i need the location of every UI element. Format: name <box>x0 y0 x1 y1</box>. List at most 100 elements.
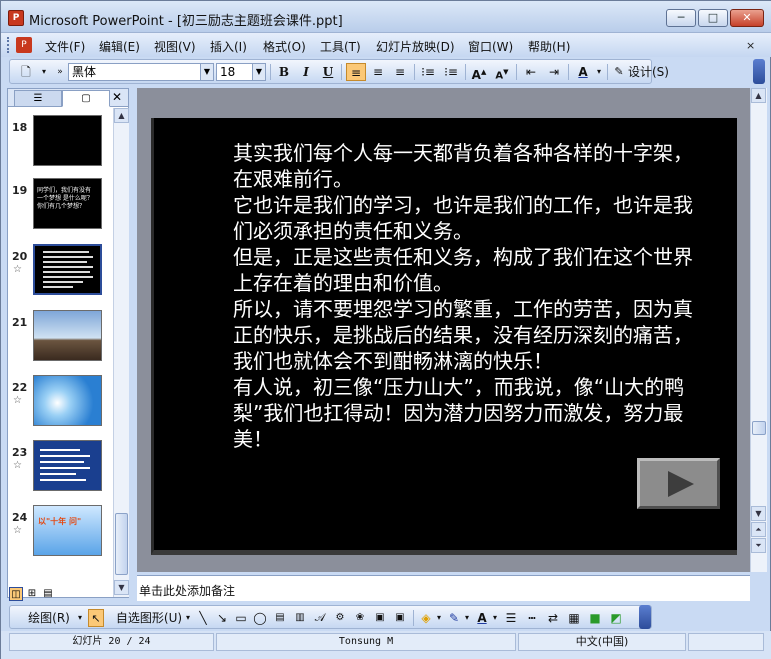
rectangle-icon[interactable]: ▭ <box>233 609 249 627</box>
slide-paragraph: 所以，请不要埋怨学习的繁重，工作的劳苦，因为真正的快乐，是挑战后的结果，没有经历… <box>233 297 693 373</box>
align-right-button[interactable]: ≡ <box>390 63 410 81</box>
slide-body-text[interactable]: 其实我们每个人每一天都背负着各种各样的十字架，在艰难前行。 它也许是我们的学习，… <box>233 140 698 452</box>
close-button[interactable]: ✕ <box>730 9 764 27</box>
fill-color-chevron-icon[interactable]: ▾ <box>435 609 443 627</box>
new-document-icon[interactable]: 🗋 <box>18 63 34 81</box>
title-bar: P Microsoft PowerPoint - [初三励志主题班会课件.ppt… <box>1 1 771 33</box>
slide-thumbnail-image[interactable]: 以"十年 问" <box>33 505 102 556</box>
chevron-down-icon[interactable]: ▼ <box>200 64 213 80</box>
slide-thumbnail-image[interactable] <box>33 440 102 491</box>
diagram-icon[interactable]: ⚙ <box>332 609 348 627</box>
decrease-indent-icon[interactable]: ⇤ <box>521 63 541 81</box>
align-left-button[interactable]: ≡ <box>346 63 366 81</box>
slide-scroll-thumb[interactable] <box>752 421 766 435</box>
picture-icon[interactable]: ▣ <box>392 609 408 627</box>
line-icon[interactable]: ╲ <box>195 609 211 627</box>
document-icon[interactable]: P <box>16 37 32 53</box>
design-icon[interactable]: ✎ <box>612 63 626 81</box>
draw-chevron-icon[interactable]: ▾ <box>76 609 84 627</box>
chevron-down-icon[interactable]: ▼ <box>252 64 265 80</box>
slideshow-view-icon[interactable]: ▤ <box>41 587 55 601</box>
3d-style-alt-icon[interactable]: ◩ <box>607 609 625 627</box>
maximize-button[interactable]: □ <box>698 9 728 27</box>
document-close-button[interactable]: × <box>746 39 755 52</box>
tab-slides[interactable]: ▢ <box>62 90 110 107</box>
toolbar-options-button[interactable] <box>753 59 765 84</box>
tab-outline[interactable]: ☰ <box>14 90 62 107</box>
vertical-textbox-icon[interactable]: ▥ <box>292 609 308 627</box>
action-button-play[interactable] <box>637 458 720 509</box>
panel-scroll-thumb[interactable] <box>115 513 128 575</box>
menu-format[interactable]: 格式(O) <box>263 38 306 55</box>
menu-tools[interactable]: 工具(T) <box>320 38 361 55</box>
font-name-select[interactable]: 黑体 ▼ <box>68 63 214 81</box>
drawing-toolbar-options-button[interactable] <box>639 605 651 629</box>
design-button[interactable]: 设计(S) <box>628 63 674 81</box>
bold-button[interactable]: B <box>275 63 293 81</box>
textbox-icon[interactable]: ▤ <box>272 609 288 627</box>
menu-edit[interactable]: 编辑(E) <box>99 38 140 55</box>
italic-button[interactable]: I <box>297 63 315 81</box>
draw-menu-button[interactable]: 绘图(R) <box>18 609 80 627</box>
slide-thumbnail-image[interactable] <box>33 115 102 166</box>
select-arrow-icon[interactable]: ↖ <box>88 609 104 627</box>
menu-slideshow[interactable]: 幻灯片放映(D) <box>376 38 455 55</box>
minimize-button[interactable]: ─ <box>666 9 696 27</box>
slide-thumbnail-image[interactable] <box>33 244 102 295</box>
menu-file[interactable]: 文件(F) <box>45 38 85 55</box>
increase-font-size-icon[interactable]: A▲ <box>469 63 489 82</box>
dash-style-icon[interactable]: ┅ <box>523 609 541 627</box>
text-lines-graphic <box>43 251 93 288</box>
scroll-up-icon[interactable]: ▲ <box>751 88 766 103</box>
text-lines-graphic <box>40 449 90 481</box>
scroll-down-icon[interactable]: ▼ <box>751 506 766 521</box>
shadow-style-icon[interactable]: ▦ <box>565 609 583 627</box>
notes-placeholder[interactable]: 单击此处添加备注 <box>139 582 235 599</box>
autoshapes-chevron-icon[interactable]: ▾ <box>184 609 192 627</box>
arrow-style-icon[interactable]: ⇄ <box>544 609 562 627</box>
clipart-icon[interactable]: ❀ <box>352 609 368 627</box>
panel-close-icon[interactable]: ✕ <box>112 90 122 104</box>
toolbar-separator <box>607 64 608 80</box>
font-color-icon[interactable]: A <box>573 63 593 81</box>
menu-insert[interactable]: 插入(I) <box>210 38 247 55</box>
numbering-icon[interactable]: ⁝≡ <box>418 63 438 81</box>
bullets-icon[interactable]: ⁝≡ <box>441 63 461 81</box>
menu-help[interactable]: 帮助(H) <box>528 38 570 55</box>
next-slide-icon[interactable]: ⏷ <box>751 538 766 553</box>
slide-sorter-view-icon[interactable]: ⊞ <box>25 587 39 601</box>
scroll-up-icon[interactable]: ▲ <box>114 108 129 123</box>
oval-icon[interactable]: ◯ <box>252 609 268 627</box>
menu-window[interactable]: 窗口(W) <box>468 38 513 55</box>
normal-view-icon[interactable]: ◫ <box>9 587 23 601</box>
notes-pane[interactable]: 单击此处添加备注 <box>137 575 750 601</box>
decrease-font-size-icon[interactable]: A▼ <box>492 63 512 81</box>
3d-style-icon[interactable]: ■ <box>586 609 604 627</box>
font-color-chevron-icon[interactable]: ▾ <box>594 63 604 81</box>
current-slide[interactable]: 其实我们每个人每一天都背负着各种各样的十字架，在艰难前行。 它也许是我们的学习，… <box>151 118 737 555</box>
slide-thumbnail-image[interactable] <box>33 375 102 426</box>
new-dropdown-chevron-icon[interactable]: ▾ <box>38 63 50 81</box>
increase-indent-icon[interactable]: ⇥ <box>544 63 564 81</box>
picture-icon[interactable]: ▣ <box>372 609 388 627</box>
arrow-icon[interactable]: ↘ <box>214 609 230 627</box>
autoshapes-menu-button[interactable]: 自选图形(U) <box>109 609 189 627</box>
slide-thumbnail-image[interactable]: 同学们，我们有没有 一个梦想 是什么呢？ 你们有几个梦想？ <box>33 178 102 229</box>
font-color-icon[interactable]: A <box>474 609 490 627</box>
wordart-icon[interactable]: 𝒜 <box>312 609 328 627</box>
slide-scrollbar[interactable]: ▲ ▼ ⏶ ⏷ <box>750 88 767 572</box>
powerpoint-app-icon[interactable]: P <box>8 10 24 26</box>
underline-button[interactable]: U <box>319 63 337 81</box>
line-color-chevron-icon[interactable]: ▾ <box>463 609 471 627</box>
font-size-select[interactable]: 18 ▼ <box>216 63 266 81</box>
slide-thumbnail-image[interactable] <box>33 310 102 361</box>
fill-color-icon[interactable]: ◈ <box>418 609 434 627</box>
font-color-chevron-icon[interactable]: ▾ <box>491 609 499 627</box>
previous-slide-icon[interactable]: ⏶ <box>751 522 766 537</box>
line-style-icon[interactable]: ☰ <box>502 609 520 627</box>
align-center-button[interactable]: ≡ <box>368 63 388 81</box>
line-color-icon[interactable]: ✎ <box>446 609 462 627</box>
toolbar-options-chevron-icon[interactable]: » <box>53 63 67 81</box>
panel-scrollbar[interactable]: ▲ ▼ <box>113 108 129 597</box>
menu-view[interactable]: 视图(V) <box>154 38 196 55</box>
